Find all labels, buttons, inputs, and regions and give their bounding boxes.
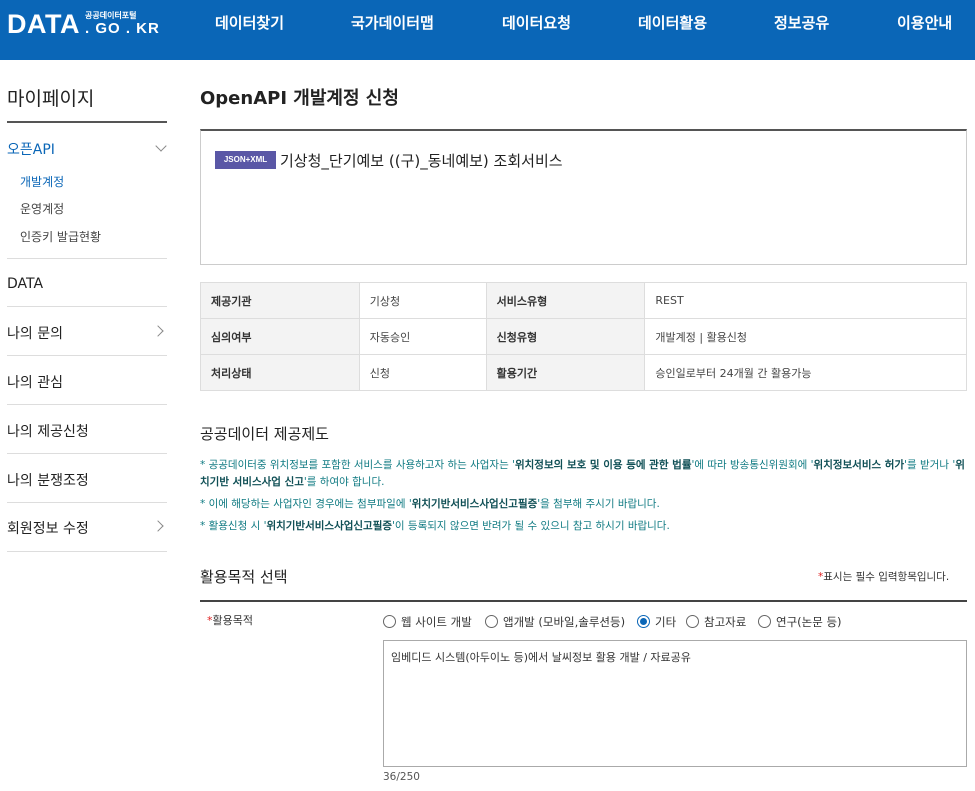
nav-data-search[interactable]: 데이터찾기: [215, 0, 284, 60]
info-key: 제공기관: [200, 282, 360, 319]
sidebar-divider: [7, 551, 167, 552]
sidebar-title-divider: [7, 121, 167, 123]
purpose-label: *활용목적: [207, 614, 253, 627]
chevron-down-icon[interactable]: [155, 140, 167, 152]
radio-etc[interactable]: [637, 615, 650, 628]
info-key: 활용기간: [485, 354, 646, 391]
radio-app[interactable]: [485, 615, 498, 628]
info-value: 개발계정 | 활용신청: [644, 318, 967, 355]
chevron-right-icon[interactable]: [152, 325, 164, 337]
service-name: 기상청_단기예보 ((구)_동네예보) 조회서비스: [280, 152, 563, 170]
info-value: 승인일로부터 24개월 간 활용가능: [644, 354, 967, 391]
chevron-right-icon[interactable]: [152, 520, 164, 532]
policy-title: 공공데이터 제공제도: [200, 425, 329, 443]
nav-national-data-map[interactable]: 국가데이터맵: [351, 0, 434, 60]
sidebar-item-openapi[interactable]: 오픈API: [7, 139, 55, 159]
sidebar-item-my-provision[interactable]: 나의 제공신청: [7, 421, 89, 441]
info-value: 자동승인: [358, 318, 487, 355]
nav-guide[interactable]: 이용안내: [897, 0, 952, 60]
radio-label-website[interactable]: 웹 사이트 개발: [401, 614, 472, 630]
sidebar-divider: [7, 404, 167, 405]
page-title: OpenAPI 개발계정 신청: [200, 88, 399, 109]
sidebar-divider: [7, 502, 167, 503]
info-value: 기상청: [358, 282, 487, 319]
sidebar-item-my-interest[interactable]: 나의 관심: [7, 372, 63, 392]
sidebar-item-member-edit[interactable]: 회원정보 수정: [7, 518, 89, 538]
logo-sub-big-text: . GO . KR: [85, 20, 160, 37]
sidebar-subitem-op-account[interactable]: 운영계정: [20, 200, 64, 217]
table-row: 처리상태 신청 활용기간 승인일로부터 24개월 간 활용가능: [200, 354, 967, 391]
format-badge: JSON+XML: [215, 151, 276, 169]
purpose-title: 활용목적 선택: [200, 568, 288, 586]
info-key: 서비스유형: [485, 282, 646, 319]
radio-research[interactable]: [758, 615, 771, 628]
policy-notice-2: * 이에 해당하는 사업자인 경우에는 첨부파일에 '위치기반서비스사업신고필증…: [200, 498, 660, 510]
radio-label-reference[interactable]: 참고자료: [704, 614, 746, 630]
nav-info-share[interactable]: 정보공유: [774, 0, 829, 60]
service-info-table: 제공기관 기상청 서비스유형 REST 심의여부 자동승인 신청유형 개발계정 …: [200, 282, 967, 391]
sidebar-item-my-dispute[interactable]: 나의 분쟁조정: [7, 470, 89, 490]
sidebar-divider: [7, 258, 167, 259]
nav-data-use[interactable]: 데이터활용: [638, 0, 707, 60]
site-logo[interactable]: DATA 공공데이터포털 . GO . KR: [7, 7, 160, 47]
sidebar-title: 마이페이지: [7, 88, 95, 110]
radio-label-research[interactable]: 연구(논문 등): [776, 614, 842, 630]
radio-label-etc[interactable]: 기타: [655, 614, 676, 630]
info-value: 신청: [358, 354, 487, 391]
sidebar-divider: [7, 453, 167, 454]
char-count: 36/250: [383, 771, 420, 783]
sidebar-subitem-dev-account[interactable]: 개발계정: [20, 173, 64, 190]
policy-notice-3: * 활용신청 시 '위치기반서비스사업신고필증'이 등록되지 않으면 반려가 될…: [200, 520, 670, 532]
required-note: *표시는 필수 입력항목입니다.: [818, 571, 950, 583]
sidebar-divider: [7, 355, 167, 356]
logo-main-text: DATA: [7, 9, 80, 39]
sidebar-item-data[interactable]: DATA: [7, 276, 43, 292]
nav-data-request[interactable]: 데이터요청: [502, 0, 571, 60]
sidebar-divider: [7, 306, 167, 307]
sidebar-subitem-key-status[interactable]: 인증키 발급현황: [20, 228, 101, 245]
sidebar-item-my-inquiry[interactable]: 나의 문의: [7, 323, 63, 343]
table-row: 제공기관 기상청 서비스유형 REST: [200, 282, 967, 319]
radio-website[interactable]: [383, 615, 396, 628]
radio-label-app[interactable]: 앱개발 (모바일,솔루션등): [503, 614, 625, 630]
purpose-textarea[interactable]: 임베디드 시스템(아두이노 등)에서 날씨정보 활용 개발 / 자료공유: [383, 640, 967, 767]
info-value: REST: [644, 282, 967, 319]
info-key: 처리상태: [200, 354, 360, 391]
top-header: DATA 공공데이터포털 . GO . KR 데이터찾기 국가데이터맵 데이터요…: [0, 0, 975, 60]
table-row: 심의여부 자동승인 신청유형 개발계정 | 활용신청: [200, 318, 967, 355]
info-key: 심의여부: [200, 318, 360, 355]
form-top-divider: [200, 600, 967, 602]
radio-reference[interactable]: [686, 615, 699, 628]
info-key: 신청유형: [485, 318, 646, 355]
policy-notice-1: * 공공데이터중 위치정보를 포함한 서비스를 사용하고자 하는 사업자는 '위…: [200, 459, 965, 488]
